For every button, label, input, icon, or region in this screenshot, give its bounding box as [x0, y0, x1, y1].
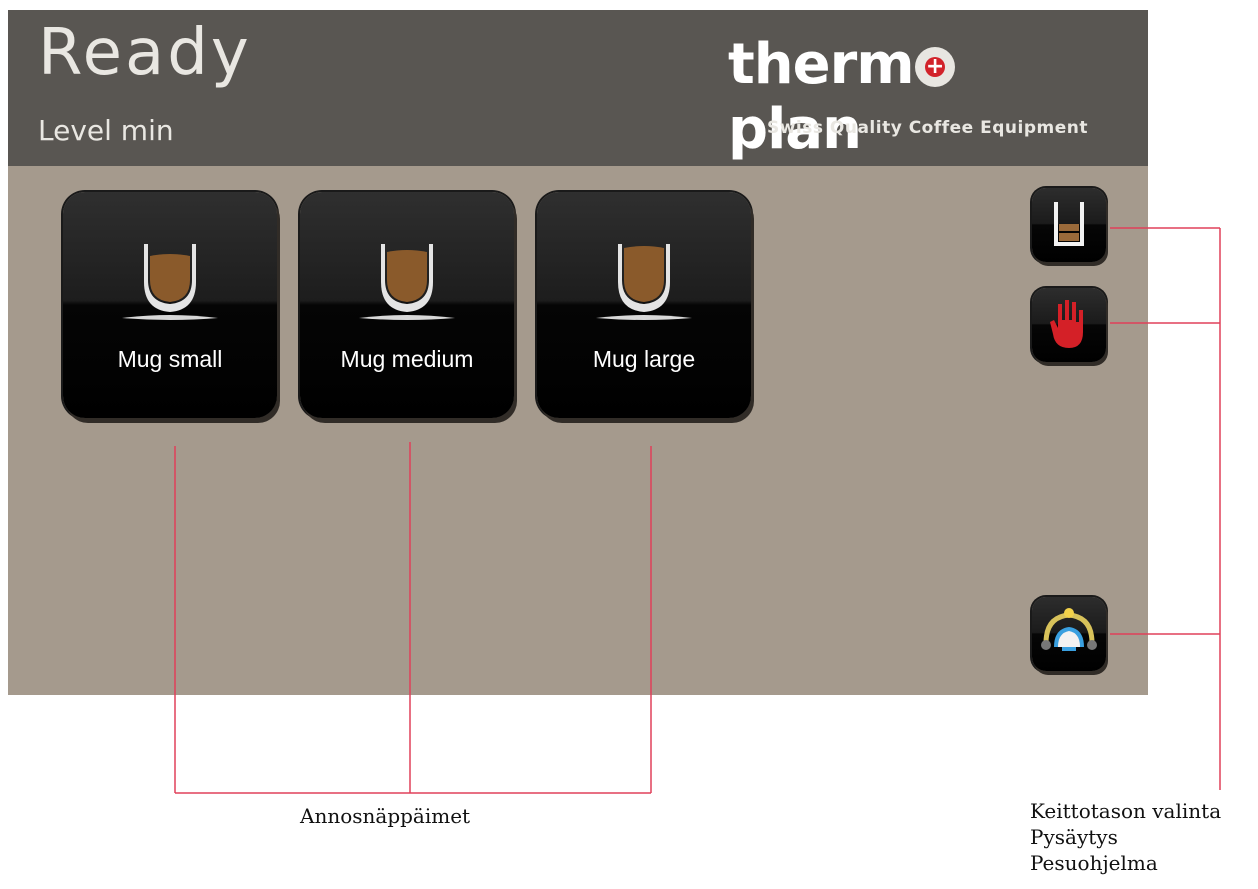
callout-lines	[174, 227, 1221, 794]
portion-buttons-caption: Annosnäppäimet	[300, 804, 471, 828]
stop-caption: Pysäytys	[1030, 825, 1118, 849]
cooking-level-caption: Keittotason valinta	[1030, 799, 1222, 823]
cleaning-program-caption: Pesuohjelma	[1030, 851, 1158, 875]
side-buttons-caption: Keittotason valinta Pysäytys Pesuohjelma	[1030, 798, 1221, 876]
